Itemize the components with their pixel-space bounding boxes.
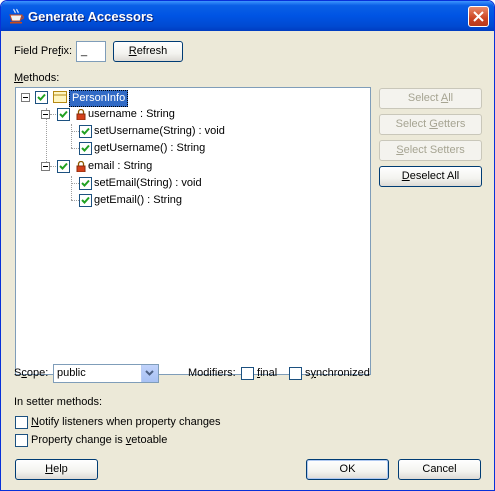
scope-select[interactable]: public	[53, 364, 159, 383]
scope-value: public	[57, 367, 86, 379]
generate-accessors-dialog: Generate Accessors Field Prefix: _ Refre…	[0, 0, 495, 491]
tree-connector	[71, 131, 79, 133]
checkbox-getusername[interactable]	[79, 142, 92, 155]
checkbox-setemail[interactable]	[79, 177, 92, 190]
notify-listeners-checkbox[interactable]	[15, 416, 28, 429]
tree-node-setemail[interactable]: setEmail(String) : void	[94, 177, 202, 190]
checkbox-email[interactable]	[57, 160, 70, 173]
window-title: Generate Accessors	[28, 9, 154, 24]
tree-connector	[71, 200, 79, 202]
checkmark-icon	[59, 162, 68, 170]
tree-node-getusername[interactable]: getUsername() : String	[94, 142, 205, 155]
notify-listeners-label: Notify listeners when property changes	[31, 416, 221, 428]
checkmark-icon	[81, 127, 90, 135]
collapse-toggle-username[interactable]	[41, 110, 50, 119]
dropdown-button[interactable]	[141, 365, 158, 382]
class-icon	[53, 91, 67, 103]
checkmark-icon	[59, 110, 68, 118]
cancel-button[interactable]: Cancel	[398, 459, 481, 480]
lock-icon	[76, 161, 86, 172]
tree-connector	[71, 183, 79, 185]
lock-icon	[76, 109, 86, 120]
final-label: final	[257, 367, 278, 379]
tree-node-setusername[interactable]: setUsername(String) : void	[94, 125, 225, 138]
select-setters-button[interactable]: Select Setters	[379, 140, 482, 161]
collapse-toggle-root[interactable]	[21, 93, 30, 102]
tree-connector	[71, 176, 73, 200]
vetoable-checkbox[interactable]	[15, 434, 28, 447]
tree-node-email[interactable]: email : String	[88, 160, 152, 173]
coffee-cup-icon	[9, 8, 24, 24]
synchronized-checkbox[interactable]	[289, 367, 302, 380]
deselect-all-button[interactable]: Deselect All	[379, 166, 482, 187]
vetoable-label: Property change is vetoable	[31, 434, 168, 446]
chevron-down-icon	[145, 370, 154, 376]
checkmark-icon	[37, 93, 46, 101]
checkmark-icon	[81, 144, 90, 152]
tree-node-getemail[interactable]: getEmail() : String	[94, 194, 182, 207]
field-prefix-label: Field Prefix:	[14, 45, 73, 57]
select-getters-button[interactable]: Select Getters	[379, 114, 482, 135]
tree-connector	[71, 148, 79, 150]
title-bar[interactable]: Generate Accessors	[1, 1, 494, 31]
final-checkbox[interactable]	[241, 367, 254, 380]
modifiers-label: Modifiers:	[188, 367, 236, 379]
synchronized-label: synchronized	[305, 367, 370, 379]
help-button[interactable]: Help	[15, 459, 98, 480]
field-prefix-input[interactable]: _	[76, 41, 106, 62]
methods-tree[interactable]: PersonInfo username : String setUsername…	[15, 87, 371, 375]
tree-node-username[interactable]: username : String	[88, 108, 175, 121]
checkbox-personinfo[interactable]	[35, 91, 48, 104]
ok-button[interactable]: OK	[306, 459, 389, 480]
checkbox-getemail[interactable]	[79, 194, 92, 207]
collapse-toggle-email[interactable]	[41, 162, 50, 171]
tree-connector	[71, 124, 73, 148]
scope-label: Scope:	[14, 367, 49, 379]
checkbox-setusername[interactable]	[79, 125, 92, 138]
select-all-button[interactable]: Select All	[379, 88, 482, 109]
checkmark-icon	[81, 196, 90, 204]
methods-label: Methods:	[14, 72, 60, 84]
tree-node-personinfo[interactable]: PersonInfo	[69, 90, 129, 107]
refresh-button[interactable]: Refresh	[113, 41, 183, 62]
close-icon	[473, 11, 484, 22]
close-button[interactable]	[468, 6, 489, 27]
checkbox-username[interactable]	[57, 108, 70, 121]
checkmark-icon	[81, 179, 90, 187]
setter-methods-heading: In setter methods:	[14, 396, 103, 408]
dialog-body: Field Prefix: _ Refresh Methods: PersonI…	[4, 31, 491, 487]
